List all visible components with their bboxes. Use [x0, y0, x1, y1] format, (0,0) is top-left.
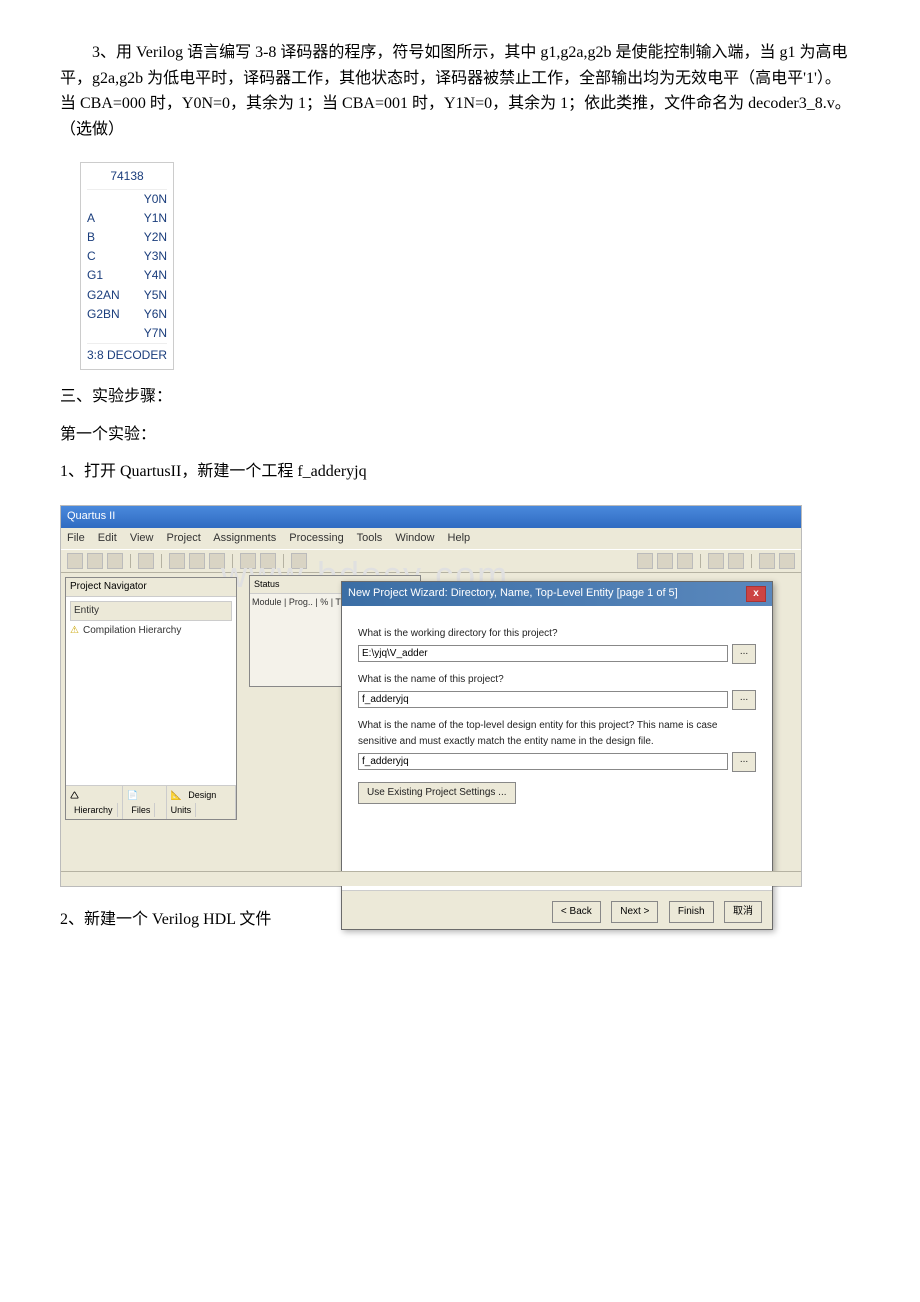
wizard-label-name: What is the name of this project?: [358, 672, 756, 688]
chip-icon[interactable]: [759, 553, 775, 569]
wizard-label-dir: What is the working directory for this p…: [358, 626, 756, 642]
back-button[interactable]: < Back: [552, 901, 601, 923]
hierarchy-row[interactable]: ⚠ Compilation Hierarchy: [70, 623, 232, 639]
tab-design-units[interactable]: 📐 Design Units: [167, 786, 236, 819]
toolbar-separator: [161, 554, 162, 568]
menu-view[interactable]: View: [130, 532, 154, 544]
ic-74138-block: 74138 Y0N AY1N BY2N CY3N G1Y4N G2ANY5N G…: [80, 162, 174, 370]
paragraph-task3: 3、用 Verilog 语言编写 3-8 译码器的程序，符号如图所示，其中 g1…: [60, 40, 860, 142]
stop-icon[interactable]: [728, 553, 744, 569]
project-navigator-body[interactable]: Entity ⚠ Compilation Hierarchy: [66, 597, 236, 785]
top-entity-input[interactable]: [358, 753, 728, 770]
new-icon[interactable]: [67, 553, 83, 569]
cut-icon[interactable]: [169, 553, 185, 569]
ic-header: 74138: [87, 167, 167, 189]
ic-footer: 3:8 DECODER: [87, 343, 167, 365]
wizard-title-text: New Project Wizard: Directory, Name, Top…: [348, 585, 678, 603]
toolbar-separator: [130, 554, 131, 568]
next-button[interactable]: Next >: [611, 901, 658, 923]
open-icon[interactable]: [87, 553, 103, 569]
app-title: Quartus II: [67, 510, 115, 522]
print-icon[interactable]: [138, 553, 154, 569]
simulate-icon[interactable]: [657, 553, 673, 569]
experiment-heading: 第一个实验：: [60, 422, 860, 448]
directory-input[interactable]: [358, 645, 728, 662]
compile-icon[interactable]: [637, 553, 653, 569]
ic-row: AY1N: [87, 209, 167, 228]
menu-processing[interactable]: Processing: [289, 532, 343, 544]
ic-row: Y7N: [87, 324, 167, 343]
ic-row: Y0N: [87, 190, 167, 209]
window-titlebar: Quartus II: [61, 506, 801, 528]
browse-top-button[interactable]: ...: [732, 752, 756, 772]
browse-name-button[interactable]: ...: [732, 690, 756, 710]
ic-row: CY3N: [87, 247, 167, 266]
finish-button[interactable]: Finish: [669, 901, 714, 923]
use-existing-button[interactable]: Use Existing Project Settings ...: [358, 782, 516, 804]
ic-row: G2ANY5N: [87, 286, 167, 305]
menu-assignments[interactable]: Assignments: [213, 532, 276, 544]
menu-window[interactable]: Window: [395, 532, 434, 544]
navigator-tabs: 🛆 Hierarchy 📄 Files 📐 Design Units: [66, 785, 236, 819]
copy-icon[interactable]: [189, 553, 205, 569]
wizard-footer: < Back Next > Finish 取消: [342, 890, 772, 929]
warning-icon: ⚠: [70, 623, 79, 639]
toolbar-separator: [700, 554, 701, 568]
section-heading-steps: 三、实验步骤：: [60, 384, 860, 410]
quartus-screenshot: Quartus II File Edit View Project Assign…: [60, 505, 802, 887]
project-name-input[interactable]: [358, 691, 728, 708]
step-1: 1、打开 QuartusII，新建一个工程 f_adderyjq: [60, 459, 860, 485]
ic-rows: Y0N AY1N BY2N CY3N G1Y4N G2ANY5N G2BNY6N…: [87, 190, 167, 344]
menu-help[interactable]: Help: [448, 532, 471, 544]
menu-project[interactable]: Project: [167, 532, 201, 544]
browse-dir-button[interactable]: ...: [732, 644, 756, 664]
wizard-label-top: What is the name of the top-level design…: [358, 718, 756, 750]
close-icon[interactable]: x: [746, 586, 766, 602]
tab-files[interactable]: 📄 Files: [123, 786, 166, 819]
save-icon[interactable]: [107, 553, 123, 569]
entity-cell: Entity: [70, 601, 232, 621]
menu-tools[interactable]: Tools: [357, 532, 383, 544]
report-icon[interactable]: [779, 553, 795, 569]
wizard-titlebar: New Project Wizard: Directory, Name, Top…: [342, 582, 772, 606]
menu-edit[interactable]: Edit: [98, 532, 117, 544]
wizard-body: What is the working directory for this p…: [342, 606, 772, 890]
ic-row: G2BNY6N: [87, 305, 167, 324]
ic-row: BY2N: [87, 228, 167, 247]
cancel-button[interactable]: 取消: [724, 901, 762, 923]
ic-row: G1Y4N: [87, 266, 167, 285]
tab-hierarchy[interactable]: 🛆 Hierarchy: [66, 786, 123, 819]
toolbar-separator: [751, 554, 752, 568]
project-navigator-panel: Project Navigator Entity ⚠ Compilation H…: [65, 577, 237, 820]
play-icon[interactable]: [708, 553, 724, 569]
menu-file[interactable]: File: [67, 532, 85, 544]
project-navigator-header: Project Navigator: [66, 578, 236, 597]
timing-icon[interactable]: [677, 553, 693, 569]
status-bar: [61, 871, 801, 886]
